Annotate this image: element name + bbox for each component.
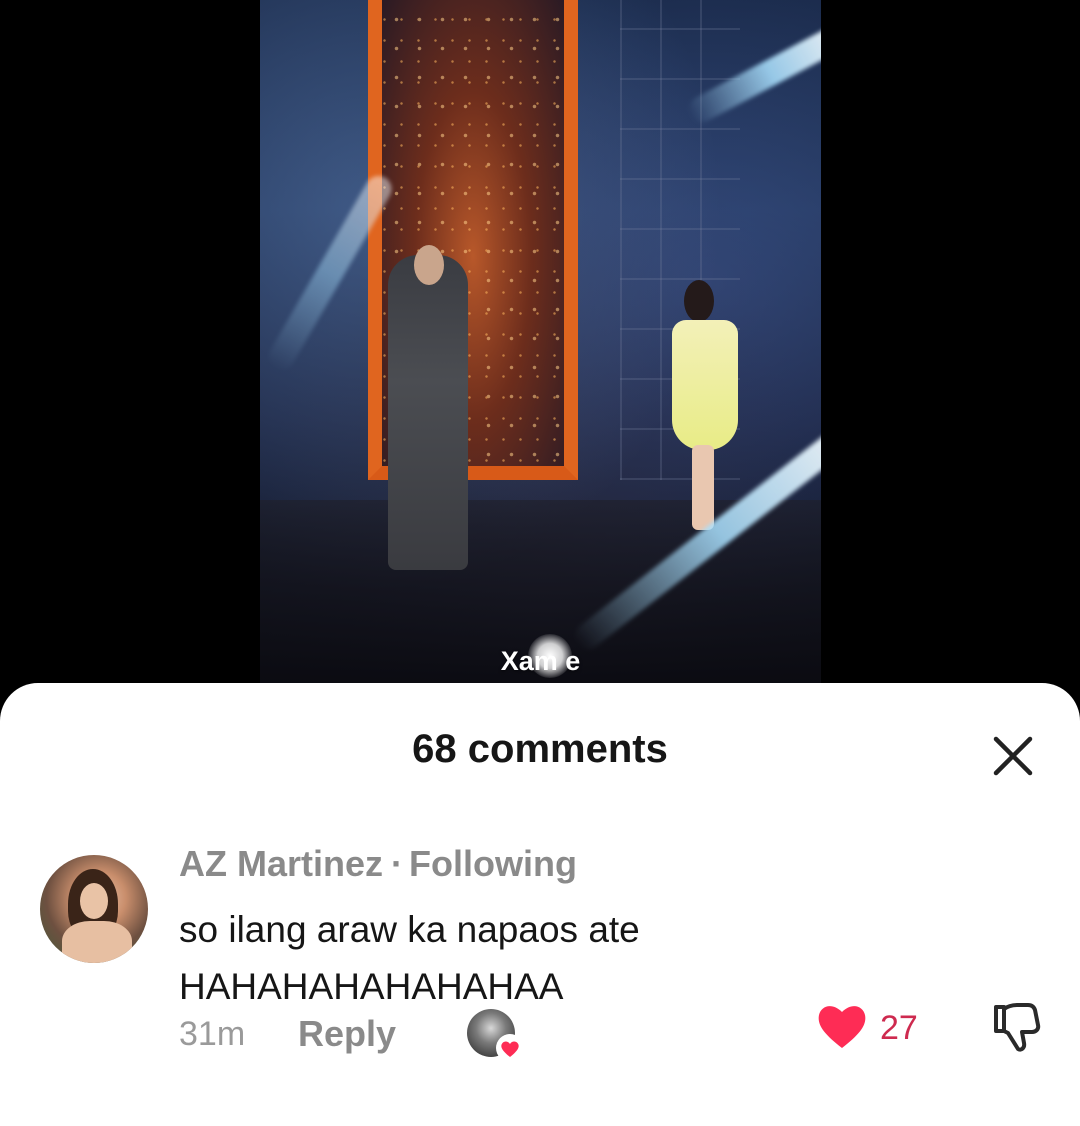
avatar-body	[62, 921, 132, 963]
thumbs-down-icon	[994, 1003, 1041, 1052]
avatar-face	[80, 883, 108, 919]
comment-text: so ilang araw ka napaos ate HAHAHAHAHAHA…	[179, 909, 640, 1007]
avatar[interactable]	[40, 855, 148, 963]
performer-female	[670, 280, 740, 530]
dislike-button[interactable]	[990, 1001, 1042, 1055]
performer-head	[684, 280, 714, 322]
like-button[interactable]	[815, 1001, 869, 1051]
meta-separator: ·	[391, 843, 404, 884]
reply-button[interactable]: Reply	[298, 1013, 396, 1055]
following-label: Following	[409, 843, 577, 884]
video-watermark: Xam e	[260, 634, 821, 678]
comment-meta: AZ Martinez · Following	[179, 843, 577, 885]
comments-sheet: 68 comments AZ Martinez · Following so ila…	[0, 683, 1080, 1126]
screen: Xam e 68 comments AZ Martinez·Following …	[0, 0, 1080, 1126]
video-player[interactable]: Xam e	[260, 0, 821, 700]
performer-legs	[692, 445, 714, 530]
performer-dress	[672, 320, 738, 450]
performer-male	[388, 245, 468, 570]
comments-count-title: 68 comments	[412, 727, 668, 771]
close-button[interactable]	[990, 733, 1036, 779]
heart-badge-icon	[496, 1034, 524, 1062]
comment-item: AZ Martinez · Following so ilang araw ka n…	[0, 843, 1080, 1103]
comment-time: 31m	[179, 1015, 246, 1053]
heart-icon	[818, 1006, 866, 1048]
comment-author[interactable]: AZ Martinez	[179, 843, 383, 884]
close-icon	[993, 736, 1033, 776]
like-count: 27	[880, 1009, 918, 1047]
performer-head	[414, 245, 444, 285]
light-flare	[528, 634, 572, 678]
